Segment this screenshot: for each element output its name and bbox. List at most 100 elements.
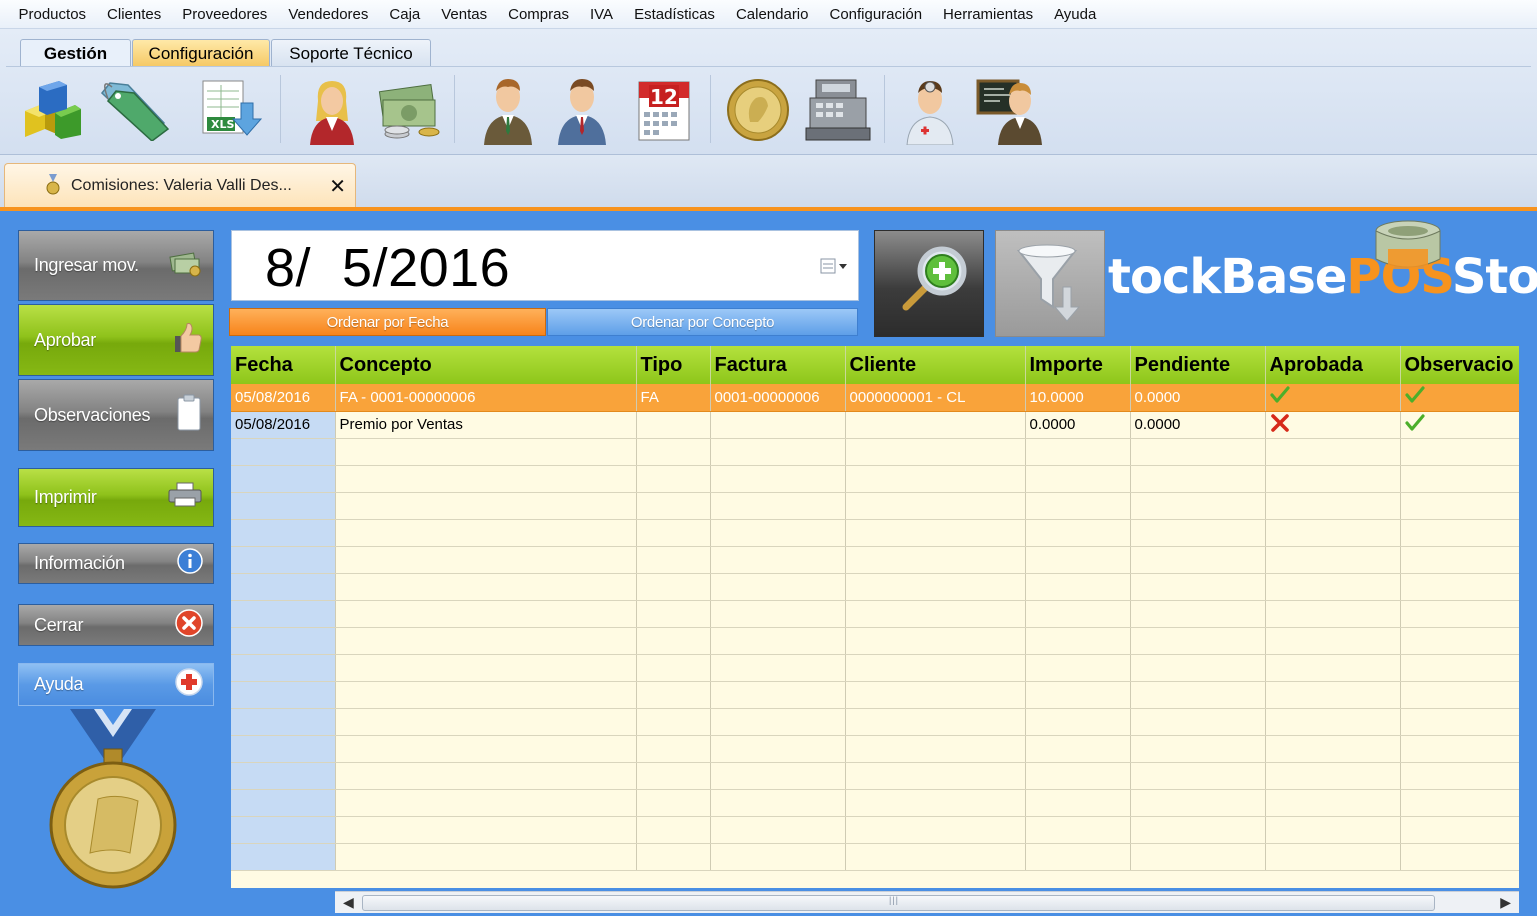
cell-factura[interactable]: 0001-00000006 <box>710 384 846 412</box>
ribbon-tab-configuracion[interactable]: Configuración <box>132 39 270 67</box>
search-button[interactable] <box>874 230 984 337</box>
checkmark-icon <box>1404 413 1425 436</box>
cell-cliente[interactable] <box>845 411 1026 439</box>
column-header-cliente[interactable]: Cliente <box>845 346 1026 384</box>
table-row[interactable]: 05/08/2016 FA - 0001-00000006 FA 0001-00… <box>231 384 1519 412</box>
column-header-pendiente[interactable]: Pendiente <box>1130 346 1266 384</box>
empty-cell <box>1400 492 1519 520</box>
menu-iva[interactable]: IVA <box>579 6 623 23</box>
clipboard-icon <box>175 394 203 437</box>
cell-concepto[interactable]: Premio por Ventas <box>335 411 637 439</box>
ribbon-tab-soporte[interactable]: Soporte Técnico <box>271 39 431 67</box>
column-header-observacion[interactable]: Observacio <box>1400 346 1519 384</box>
imprimir-button[interactable]: Imprimir <box>18 468 214 527</box>
seller-woman-icon[interactable] <box>296 73 368 147</box>
filter-button[interactable] <box>995 230 1105 337</box>
empty-cell <box>710 519 846 547</box>
stockbase-pos-logo: tockBasePOSSto <box>1108 249 1537 307</box>
column-header-tipo[interactable]: Tipo <box>636 346 711 384</box>
scroll-left-arrow-icon[interactable]: ◀ <box>343 894 354 911</box>
close-icon[interactable]: ✕ <box>329 174 346 199</box>
empty-cell <box>231 654 336 682</box>
empty-cell <box>1400 573 1519 601</box>
menu-herramientas[interactable]: Herramientas <box>933 6 1044 23</box>
cash-register-icon[interactable] <box>802 73 874 147</box>
empty-cell <box>1130 519 1266 547</box>
horizontal-scrollbar[interactable]: ◀ ||| ▶ <box>335 891 1519 913</box>
calendar-dropdown-icon[interactable] <box>820 257 850 279</box>
excel-export-icon[interactable]: XLS <box>196 73 268 147</box>
date-picker[interactable]: 8/ 5/2016 <box>231 230 859 301</box>
date-value[interactable]: 8/ 5/2016 <box>265 237 510 299</box>
teacher-board-icon[interactable] <box>974 73 1046 147</box>
column-header-factura[interactable]: Factura <box>710 346 846 384</box>
empty-cell <box>845 492 1026 520</box>
cell-importe[interactable]: 10.0000 <box>1025 384 1131 412</box>
table-row[interactable]: 05/08/2016 Premio por Ventas 0.0000 0.00… <box>231 411 1519 439</box>
empty-cell <box>636 762 711 790</box>
commissions-grid[interactable]: Fecha Concepto Tipo Factura Cliente Impo… <box>231 346 1519 888</box>
cerrar-button[interactable]: Cerrar <box>18 604 214 646</box>
empty-cell <box>636 681 711 709</box>
menu-productos[interactable]: Productos <box>8 6 97 23</box>
xls-label: XLS <box>211 118 234 131</box>
technician-icon[interactable] <box>894 73 966 147</box>
scrollbar-grip-icon: ||| <box>889 895 900 905</box>
empty-cell <box>1130 573 1266 601</box>
empty-cell <box>845 519 1026 547</box>
logo-text-3: Sto <box>1451 249 1537 305</box>
column-header-aprobada[interactable]: Aprobada <box>1265 346 1401 384</box>
cell-aprobada[interactable] <box>1265 384 1401 412</box>
menu-ventas[interactable]: Ventas <box>431 6 498 23</box>
scroll-right-arrow-icon[interactable]: ▶ <box>1500 894 1511 911</box>
ingresar-mov-button[interactable]: Ingresar mov. <box>18 230 214 301</box>
cell-factura[interactable] <box>710 411 846 439</box>
close-circle-icon <box>175 608 203 642</box>
empty-cell <box>1265 762 1401 790</box>
menu-proveedores[interactable]: Proveedores <box>172 6 278 23</box>
menu-compras[interactable]: Compras <box>498 6 580 23</box>
cell-observacion[interactable] <box>1400 384 1519 412</box>
informacion-button[interactable]: Información <box>18 543 214 584</box>
cell-aprobada[interactable] <box>1265 411 1401 439</box>
cell-cliente[interactable]: 0000000001 - CL <box>845 384 1026 412</box>
ayuda-label: Ayuda <box>34 674 84 694</box>
document-tab-comisiones[interactable]: Comisiones: Valeria Valli Des... ✕ <box>4 163 356 208</box>
cell-fecha[interactable]: 05/08/2016 <box>231 411 336 439</box>
empty-cell <box>231 843 336 871</box>
cell-fecha[interactable]: 05/08/2016 <box>231 384 336 412</box>
cell-tipo[interactable] <box>636 411 711 439</box>
column-header-importe[interactable]: Importe <box>1025 346 1131 384</box>
cell-concepto[interactable]: FA - 0001-00000006 <box>335 384 637 412</box>
menu-estadisticas[interactable]: Estadísticas <box>624 6 726 23</box>
products-cubes-icon[interactable] <box>16 73 88 147</box>
client-man-icon[interactable] <box>472 73 544 147</box>
coin-icon[interactable] <box>722 73 794 147</box>
column-header-concepto[interactable]: Concepto <box>335 346 637 384</box>
menu-calendario[interactable]: Calendario <box>725 6 819 23</box>
menu-configuracion[interactable]: Configuración <box>819 6 933 23</box>
calendar-icon[interactable]: 12 <box>628 73 700 147</box>
ribbon-tab-gestion[interactable]: Gestión <box>20 39 131 67</box>
cell-tipo[interactable]: FA <box>636 384 711 412</box>
sort-by-concept-button[interactable]: Ordenar por Concepto <box>547 308 858 336</box>
cell-importe[interactable]: 0.0000 <box>1025 411 1131 439</box>
cell-pendiente[interactable]: 0.0000 <box>1130 384 1266 412</box>
price-tags-icon[interactable] <box>98 73 170 147</box>
aprobar-button[interactable]: Aprobar <box>18 304 214 376</box>
cell-pendiente[interactable]: 0.0000 <box>1130 411 1266 439</box>
sort-by-date-button[interactable]: Ordenar por Fecha <box>229 308 546 336</box>
money-bills-icon[interactable] <box>374 73 446 147</box>
observaciones-button[interactable]: Observaciones <box>18 379 214 451</box>
menu-vendedores[interactable]: Vendedores <box>278 6 379 23</box>
menu-caja[interactable]: Caja <box>379 6 431 23</box>
menu-ayuda[interactable]: Ayuda <box>1044 6 1107 23</box>
empty-cell <box>710 627 846 655</box>
supplier-man-icon[interactable] <box>546 73 618 147</box>
column-header-fecha[interactable]: Fecha <box>231 346 336 384</box>
empty-cell <box>231 438 336 466</box>
empty-cell <box>636 843 711 871</box>
cell-observacion[interactable] <box>1400 411 1519 439</box>
ayuda-button[interactable]: Ayuda <box>18 663 214 706</box>
menu-clientes[interactable]: Clientes <box>97 6 172 23</box>
